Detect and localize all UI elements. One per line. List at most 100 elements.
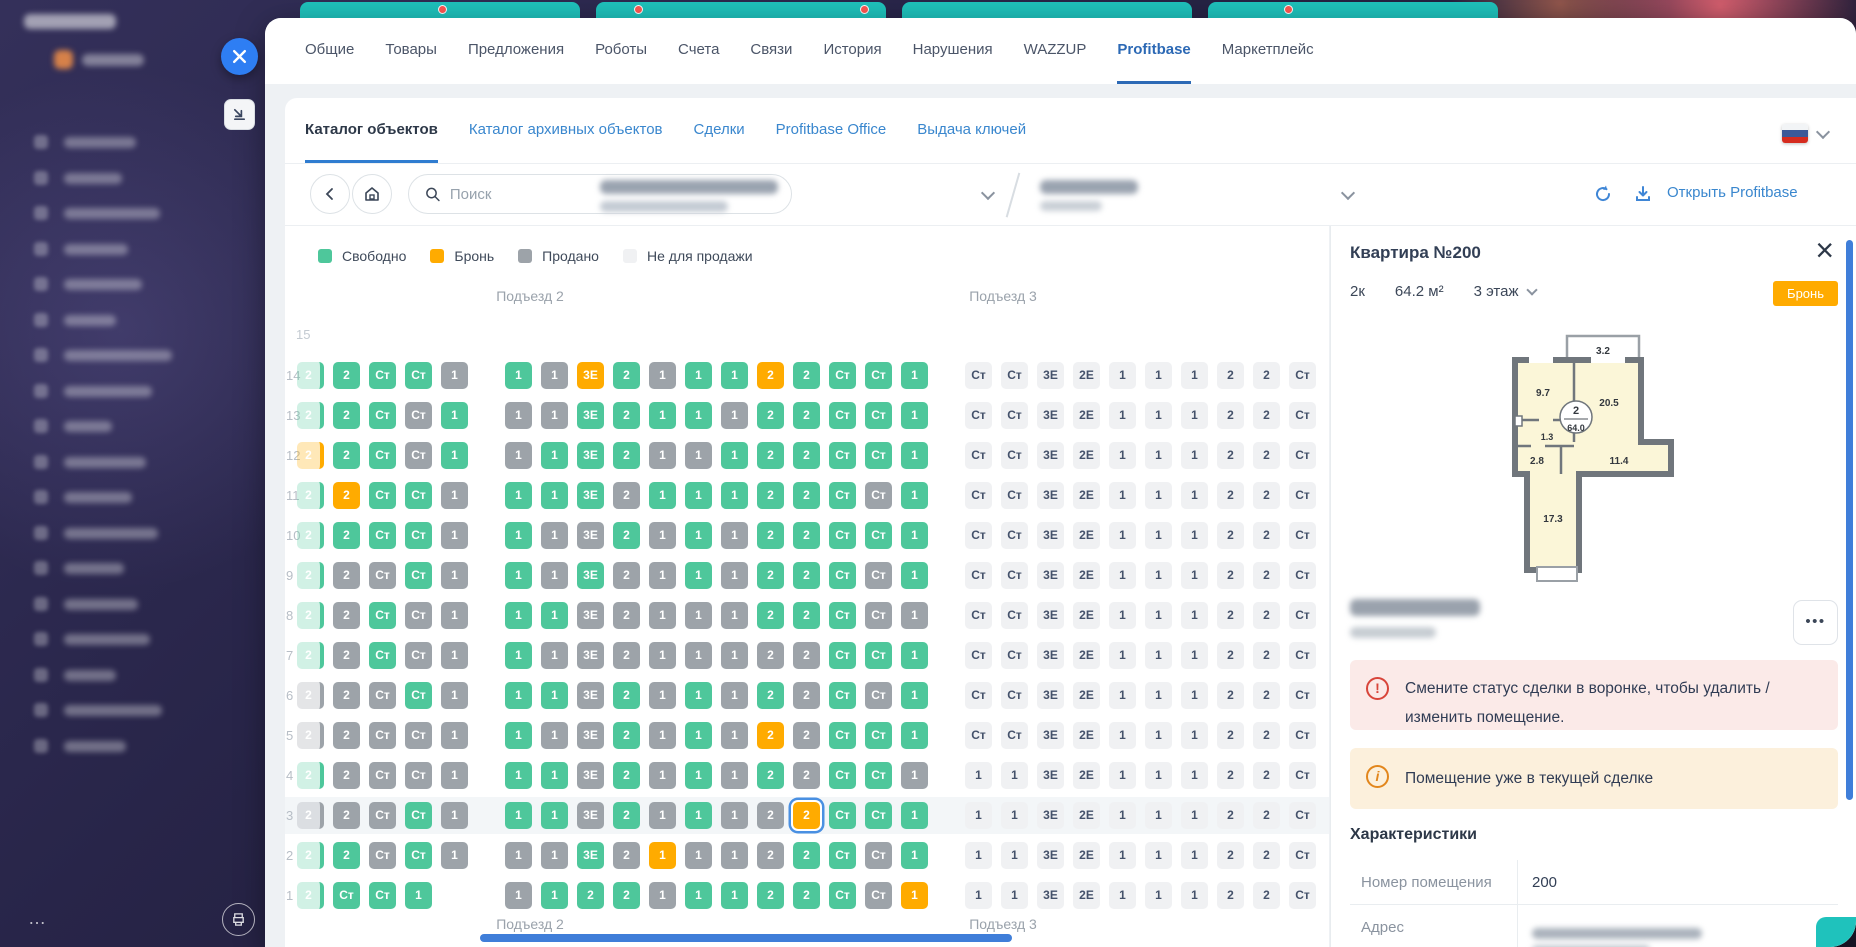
apartment-cell[interactable]: 2 bbox=[613, 602, 640, 629]
apartment-cell[interactable]: 2 bbox=[793, 562, 820, 589]
back-button[interactable] bbox=[310, 174, 350, 214]
apartment-cell[interactable]: 1 bbox=[441, 522, 468, 549]
apartment-cell[interactable]: 1 bbox=[901, 482, 928, 509]
more-actions-button[interactable]: ••• bbox=[1793, 600, 1838, 645]
apartment-cell[interactable]: 1 bbox=[685, 402, 712, 429]
apartment-cell[interactable]: 1 bbox=[685, 522, 712, 549]
apartment-cell[interactable]: 1 bbox=[1145, 442, 1172, 469]
refresh-button[interactable] bbox=[1583, 174, 1623, 214]
apartment-cell[interactable]: 2 bbox=[793, 842, 820, 869]
apartment-cell[interactable]: Ст bbox=[1289, 682, 1316, 709]
apartment-cell[interactable]: 1 bbox=[1109, 802, 1136, 829]
apartment-cell[interactable]: 2Е bbox=[1073, 482, 1100, 509]
apartment-cell[interactable]: 1 bbox=[685, 682, 712, 709]
apartment-cell[interactable]: 1 bbox=[649, 842, 676, 869]
apartment-cell[interactable]: 1 bbox=[1145, 522, 1172, 549]
download-button[interactable] bbox=[1623, 174, 1663, 214]
apartment-cell[interactable]: 2 bbox=[1217, 762, 1244, 789]
apartment-cell[interactable]: Ст bbox=[829, 402, 856, 429]
apartment-cell[interactable]: 1 bbox=[541, 402, 568, 429]
apartment-cell[interactable]: 2 bbox=[793, 722, 820, 749]
apartment-cell[interactable]: Ст bbox=[865, 482, 892, 509]
apartment-cell[interactable]: 2Е bbox=[1073, 762, 1100, 789]
apartment-cell[interactable]: 2 bbox=[613, 802, 640, 829]
apartment-cell[interactable]: 1 bbox=[901, 362, 928, 389]
tab-profitbase[interactable]: Profitbase bbox=[1117, 18, 1190, 84]
apartment-cell[interactable]: Ст bbox=[829, 602, 856, 629]
apartment-cell[interactable]: 1 bbox=[901, 642, 928, 669]
apartment-cell[interactable]: Ст bbox=[369, 442, 396, 469]
apartment-cell[interactable]: 2 bbox=[1217, 522, 1244, 549]
apartment-cell[interactable]: 1 bbox=[541, 602, 568, 629]
apartment-cell[interactable]: Ст bbox=[1289, 362, 1316, 389]
tab-роботы[interactable]: Роботы bbox=[595, 18, 647, 84]
apartment-cell[interactable]: 2 bbox=[757, 442, 784, 469]
apartment-cell[interactable]: 1 bbox=[721, 802, 748, 829]
apartment-cell[interactable]: Ст bbox=[405, 722, 432, 749]
apartment-cell[interactable]: 2 bbox=[1217, 482, 1244, 509]
apartment-cell[interactable]: 1 bbox=[649, 562, 676, 589]
apartment-cell[interactable]: 2 bbox=[1253, 522, 1280, 549]
apartment-cell[interactable]: 2 bbox=[793, 762, 820, 789]
apartment-cell[interactable]: 3Е bbox=[1037, 682, 1064, 709]
apartment-cell[interactable]: Ст bbox=[405, 442, 432, 469]
apartment-cell[interactable]: Ст bbox=[829, 362, 856, 389]
language-selector[interactable] bbox=[1782, 124, 1828, 143]
apartment-cell[interactable]: Ст bbox=[369, 722, 396, 749]
apartment-cell[interactable]: 1 bbox=[649, 362, 676, 389]
apartment-cell[interactable]: 2 bbox=[297, 482, 324, 509]
close-slider-button[interactable] bbox=[221, 38, 258, 75]
apartment-cell[interactable]: 2 bbox=[577, 882, 604, 909]
apartment-cell[interactable]: 3Е bbox=[1037, 882, 1064, 909]
apartment-cell[interactable]: Ст bbox=[369, 642, 396, 669]
apartment-cell[interactable]: 1 bbox=[1109, 402, 1136, 429]
apartment-cell[interactable]: 1 bbox=[1109, 882, 1136, 909]
apartment-cell[interactable]: 2Е bbox=[1073, 562, 1100, 589]
apartment-cell[interactable]: Ст bbox=[829, 842, 856, 869]
apartment-cell[interactable]: 1 bbox=[1181, 602, 1208, 629]
apartment-cell[interactable]: 2 bbox=[333, 842, 360, 869]
apartment-cell[interactable]: 1 bbox=[441, 842, 468, 869]
panel-close-button[interactable]: × bbox=[1815, 234, 1834, 266]
apartment-cell[interactable]: 3Е bbox=[577, 722, 604, 749]
apartment-cell[interactable]: 2 bbox=[1253, 682, 1280, 709]
apartment-cell[interactable]: Ст bbox=[333, 882, 360, 909]
apartment-cell[interactable]: 1 bbox=[721, 562, 748, 589]
apartment-cell[interactable]: Ст bbox=[865, 402, 892, 429]
sidebar-more-icon[interactable]: … bbox=[28, 908, 48, 929]
apartment-cell[interactable]: 2 bbox=[333, 802, 360, 829]
apartment-cell[interactable]: 1 bbox=[901, 602, 928, 629]
tab-wazzup[interactable]: WAZZUP bbox=[1024, 18, 1087, 84]
apartment-cell[interactable]: 2 bbox=[1217, 642, 1244, 669]
apartment-cell[interactable]: Ст bbox=[369, 402, 396, 429]
apartment-cell[interactable]: 2 bbox=[1217, 362, 1244, 389]
apartment-cell[interactable]: 1 bbox=[685, 642, 712, 669]
apartment-cell[interactable]: 2 bbox=[1253, 602, 1280, 629]
apartment-cell[interactable]: 1 bbox=[721, 882, 748, 909]
apartment-cell[interactable]: Ст bbox=[829, 802, 856, 829]
tab-нарушения[interactable]: Нарушения bbox=[913, 18, 993, 84]
home-button[interactable] bbox=[352, 174, 392, 214]
apartment-cell[interactable]: 2 bbox=[1253, 402, 1280, 429]
apartment-cell[interactable]: Ст bbox=[369, 682, 396, 709]
apartment-cell[interactable]: 1 bbox=[649, 482, 676, 509]
tab-товары[interactable]: Товары bbox=[385, 18, 437, 84]
apartment-cell[interactable]: Ст bbox=[1001, 402, 1028, 429]
apartment-cell[interactable]: 2 bbox=[1217, 882, 1244, 909]
apartment-cell[interactable]: 1 bbox=[1109, 642, 1136, 669]
apartment-cell[interactable]: 1 bbox=[649, 722, 676, 749]
apartment-cell[interactable]: Ст bbox=[965, 562, 992, 589]
apartment-cell[interactable]: 3Е bbox=[1037, 402, 1064, 429]
apartment-cell[interactable]: 1 bbox=[1145, 802, 1172, 829]
apartment-cell[interactable]: 3Е bbox=[577, 682, 604, 709]
apartment-cell[interactable]: 2 bbox=[757, 842, 784, 869]
apartment-cell[interactable]: Ст bbox=[1001, 522, 1028, 549]
apartment-cell[interactable]: 1 bbox=[505, 762, 532, 789]
apartment-cell[interactable]: 1 bbox=[441, 802, 468, 829]
apartment-cell[interactable]: 3Е bbox=[577, 362, 604, 389]
apartment-cell[interactable]: 1 bbox=[1181, 842, 1208, 869]
apartment-cell[interactable]: 1 bbox=[1181, 482, 1208, 509]
apartment-cell[interactable]: 2 bbox=[793, 362, 820, 389]
apartment-cell[interactable]: 1 bbox=[649, 602, 676, 629]
apartment-cell[interactable]: 2 bbox=[793, 682, 820, 709]
